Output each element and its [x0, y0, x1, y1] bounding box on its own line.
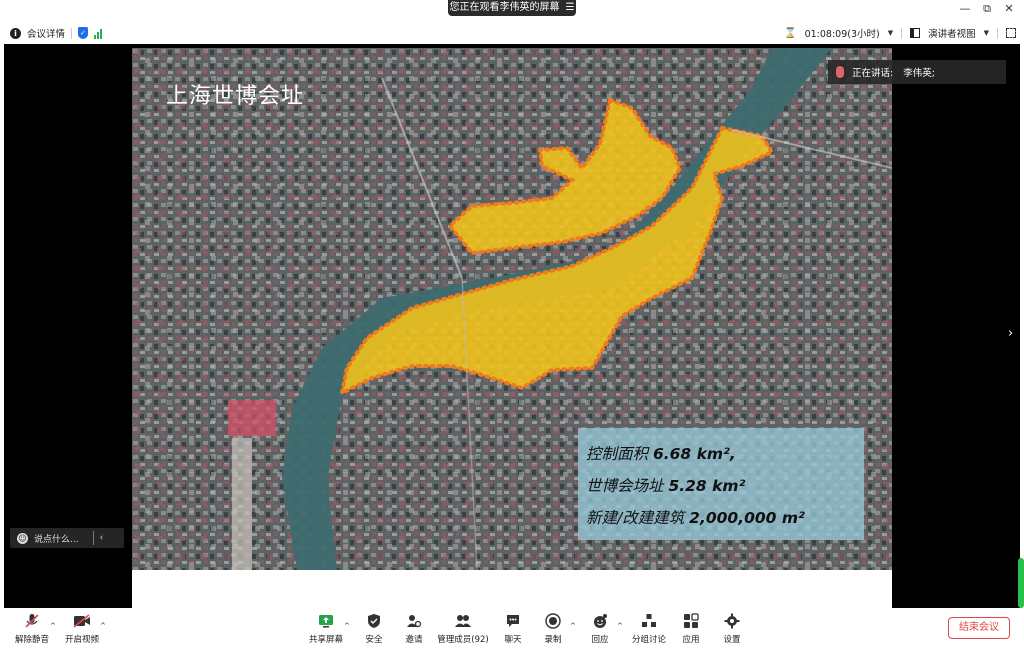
invite-user-icon — [405, 612, 423, 630]
share-banner-text: 您正在观看李伟英的屏幕 — [449, 2, 560, 13]
microphone-icon — [836, 66, 844, 78]
shared-screen-area: 上海世博会址 控制面积 6.68 km², 世博会场址 5.28 km² 新建/… — [4, 44, 1024, 608]
reactions-label: 回应 — [591, 635, 609, 645]
screen-share-banner[interactable]: 您正在观看李伟英的屏幕 ☰ — [448, 0, 576, 16]
network-signal-icon[interactable] — [94, 28, 103, 39]
fullscreen-icon[interactable] — [1006, 28, 1016, 38]
share-screen-label: 共享屏幕 — [308, 635, 343, 645]
apps-grid-icon — [682, 612, 700, 630]
end-meeting-button[interactable]: 结束会议 — [948, 617, 1010, 639]
collapse-chevron-icon[interactable]: ‹ — [100, 533, 104, 543]
quick-chat-input[interactable]: ☺ 说点什么... ‹ — [10, 528, 124, 548]
chat-label: 聊天 — [504, 635, 522, 645]
speaker-label: 正在讲话: — [852, 68, 894, 79]
view-mode-button[interactable]: 演讲者视图 — [928, 26, 976, 40]
speaker-name: 李伟英; — [903, 68, 935, 79]
settings-label: 设置 — [723, 635, 741, 645]
divider — [997, 27, 998, 39]
video-off-icon — [73, 612, 91, 630]
menu-icon: ☰ — [565, 2, 575, 13]
members-icon — [454, 612, 472, 630]
manage-members-label: 管理成员(92) — [437, 635, 489, 645]
meeting-timer: 01:08:09(3小时) — [804, 29, 880, 40]
speaker-view-icon[interactable] — [910, 28, 921, 38]
view-dropdown-icon[interactable]: ▼ — [984, 29, 989, 37]
settings-button[interactable]: 设置 — [702, 612, 762, 645]
start-video-label: 开启视频 — [64, 635, 99, 645]
slide-title: 上海世博会址 — [166, 84, 305, 109]
audio-level-indicator — [1018, 558, 1024, 608]
divider — [901, 27, 903, 39]
close-button[interactable]: ✕ — [1000, 2, 1018, 16]
divider — [92, 531, 94, 545]
meeting-details-link[interactable]: 会议详情 — [27, 26, 65, 40]
stat-buildings: 新建/改建建筑 2,000,000 m² — [586, 509, 805, 527]
video-options-caret-icon[interactable]: ^ — [100, 622, 106, 630]
timer-dropdown-icon[interactable]: ▼ — [888, 29, 893, 37]
invite-label: 邀请 — [405, 635, 423, 645]
stat-expo-site: 世博会场址 5.28 km² — [586, 477, 746, 495]
stat-control-area: 控制面积 6.68 km², — [586, 445, 736, 463]
shared-slide: 上海世博会址 控制面积 6.68 km², 世博会场址 5.28 km² 新建/… — [132, 48, 892, 570]
unmute-label: 解除静音 — [14, 635, 49, 645]
record-label: 录制 — [544, 635, 562, 645]
chat-bubble-icon — [504, 612, 522, 630]
meeting-toolbar: 解除静音 ^ 开启视频 ^ 共享屏幕 ^ 安全 邀请 管理成员(92) 聊天 录… — [0, 608, 1024, 649]
chat-placeholder[interactable]: 说点什么... — [34, 532, 79, 545]
minimize-button[interactable]: — — [956, 2, 974, 16]
meeting-window: 您正在观看李伟英的屏幕 ☰ — ⧉ ✕ i 会议详情 ✓ ⌛ 01:08:09(3… — [0, 0, 1024, 649]
security-shield-icon[interactable]: ✓ — [78, 27, 89, 39]
expand-panel-chevron-icon[interactable]: › — [1008, 326, 1013, 341]
reaction-emoji-icon — [591, 612, 609, 630]
restore-button[interactable]: ⧉ — [978, 2, 996, 16]
active-speaker-indicator: 正在讲话: 李伟英; — [828, 60, 1006, 84]
info-icon[interactable]: i — [10, 27, 21, 39]
gear-icon — [723, 612, 741, 630]
shield-icon — [365, 612, 383, 630]
security-label: 安全 — [365, 635, 383, 645]
muted-mic-icon — [23, 612, 41, 630]
emoji-icon[interactable]: ☺ — [17, 532, 28, 544]
divider — [71, 27, 73, 39]
stats-box: 控制面积 6.68 km², 世博会场址 5.28 km² 新建/改建建筑 2,… — [578, 428, 864, 540]
hourglass-icon: ⌛ — [784, 27, 797, 39]
share-screen-icon — [317, 612, 335, 630]
breakout-rooms-icon — [640, 612, 658, 630]
slide-bottom-strip — [132, 570, 892, 608]
meeting-info-bar: i 会议详情 ✓ ⌛ 01:08:09(3小时) ▼ 演讲者视图 ▼ — [0, 22, 1024, 44]
record-icon — [544, 612, 562, 630]
apps-label: 应用 — [682, 635, 700, 645]
title-bar: 您正在观看李伟英的屏幕 ☰ — ⧉ ✕ — [0, 0, 1024, 20]
